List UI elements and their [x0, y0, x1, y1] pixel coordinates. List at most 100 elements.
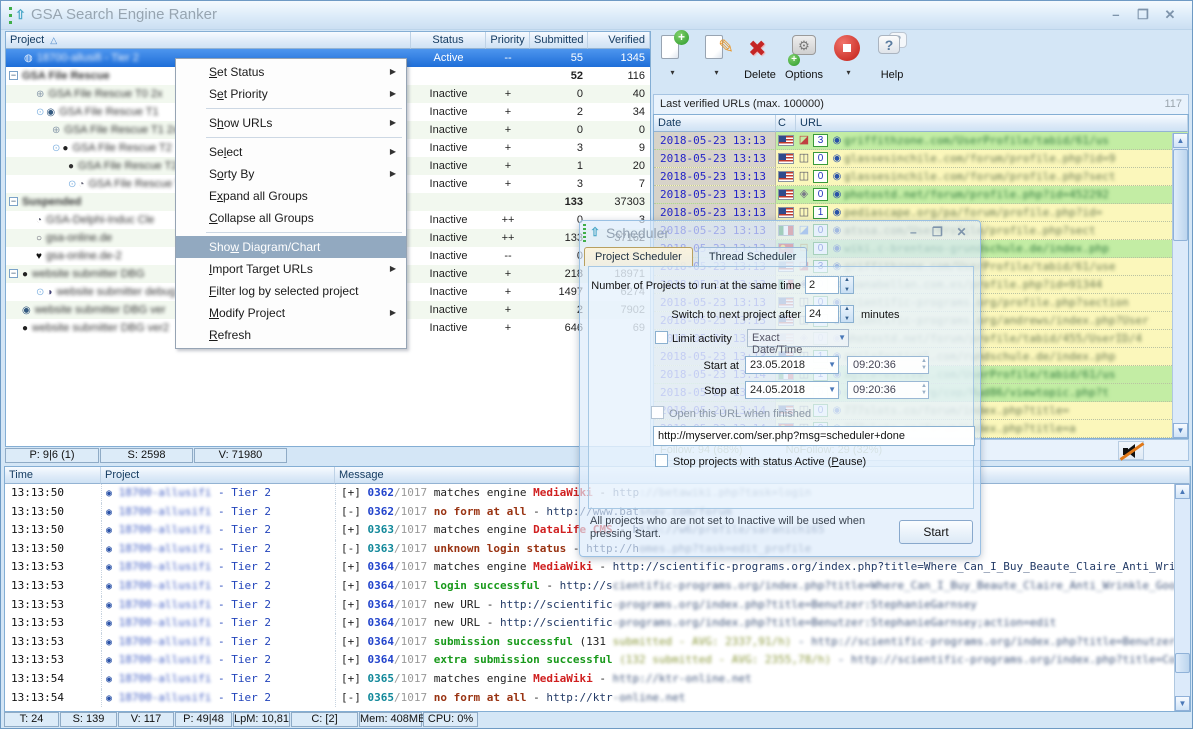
menu-item[interactable]: Filter log by selected project	[176, 280, 406, 302]
dropdown-caret-icon[interactable]: ▾	[670, 68, 674, 77]
toolbar-button-delete[interactable]: Delete	[741, 32, 779, 81]
column-header-date[interactable]: Date	[654, 115, 776, 132]
tree-twist-icon[interactable]: ⊙	[52, 143, 60, 154]
url-row[interactable]: 2018-05-23 13:13 ◪3 ◉griffithzone.com/User…	[654, 132, 1188, 150]
log-project: ◉ 18700-allusifi - Tier 2	[101, 521, 335, 540]
menu-separator	[206, 232, 402, 233]
limit-activity-label[interactable]: Limit activity	[672, 333, 732, 345]
project-name: website submitter DBG	[32, 268, 145, 280]
dropdown-caret-icon[interactable]: ▾	[846, 68, 850, 77]
dropdown-caret-icon[interactable]: ▾	[714, 68, 718, 77]
stop-active-checkbox[interactable]	[655, 454, 668, 467]
toolbar-button-help[interactable]: ??Help	[873, 32, 911, 81]
switch-after-input[interactable]: 24	[805, 305, 839, 323]
dialog-close-button[interactable]: ✕	[951, 225, 972, 239]
dialog-minimize-button[interactable]: –	[903, 225, 924, 239]
menu-item[interactable]: Select ▶	[176, 141, 406, 163]
mute-icon[interactable]	[1118, 441, 1145, 461]
log-time: 13:13:53	[11, 597, 64, 611]
log-message: [+] 0364/1017 submission successful (131…	[335, 632, 1190, 652]
log-row[interactable]: 13:13:53 ◉ 18700-allusifi - Tier 2 [+] 036…	[5, 614, 1190, 633]
url-date: 2018-05-23 13:13	[654, 168, 776, 185]
switch-after-stepper[interactable]: ▲ ▼	[840, 305, 854, 323]
tree-expander-icon[interactable]: −	[9, 197, 18, 206]
menu-item[interactable]: Collapse all Groups	[176, 207, 406, 229]
log-scrollbar[interactable]: ▲ ▼	[1174, 484, 1190, 711]
toolbar-button-label: Options	[785, 69, 823, 81]
tree-twist-icon[interactable]: ⊙	[36, 287, 44, 298]
tree-expander-icon[interactable]: −	[9, 269, 18, 278]
limit-mode-select[interactable]: Exact Date/Time ▼	[747, 329, 849, 356]
country-flag-icon	[778, 207, 794, 218]
scroll-up-icon[interactable]: ▲	[1173, 133, 1188, 148]
projects-count-input[interactable]: 2	[805, 276, 839, 294]
url-row[interactable]: 2018-05-23 13:13 ◫ 0 ◉ glassesinchile.com/fo…	[654, 168, 1188, 186]
column-header-time[interactable]: Time	[5, 467, 101, 484]
project-priority: +	[504, 124, 512, 136]
minimize-button[interactable]: –	[1104, 7, 1128, 22]
stop-active-label[interactable]: Stop projects with status Active (Pause)	[673, 456, 866, 468]
menu-item[interactable]: Show Diagram/Chart	[176, 236, 406, 258]
scroll-up-icon[interactable]: ▲	[1175, 484, 1190, 499]
scroll-down-icon[interactable]: ▼	[1173, 423, 1188, 438]
menu-item[interactable]: Refresh	[176, 324, 406, 346]
log-row[interactable]: 13:13:53 ◉ 18700-allusifi - Tier 2 [+] 036…	[5, 632, 1190, 652]
column-header-submitted[interactable]: Submitted	[530, 32, 588, 49]
menu-item[interactable]: Sorty By ▶	[176, 163, 406, 185]
finished-url-input[interactable]: http://myserver.com/ser.php?msg=schedule…	[653, 426, 975, 446]
column-header-priority[interactable]: Priority	[486, 32, 530, 49]
close-button[interactable]: ✕	[1158, 7, 1182, 23]
tab-thread-scheduler[interactable]: Thread Scheduler	[697, 247, 808, 266]
column-header-verified[interactable]: Verified	[588, 32, 650, 49]
scrollbar-thumb[interactable]	[1173, 149, 1188, 241]
project-verified: 20	[632, 160, 645, 172]
project-priority: +	[504, 142, 512, 154]
tree-expander-icon[interactable]: −	[9, 71, 18, 80]
start-time-input[interactable]: 09:20:36 ▲ ▼	[847, 356, 929, 374]
url-row[interactable]: 2018-05-23 13:13 ◈ 0 ◉photostd.net/forum/pr…	[654, 186, 1188, 204]
menu-item[interactable]: Set Status ▶	[176, 61, 406, 83]
open-url-checkbox[interactable]	[651, 406, 664, 419]
project-verified: 40	[632, 88, 645, 100]
url-scrollbar[interactable]: ▲ ▼	[1172, 133, 1188, 438]
menu-item[interactable]: Set Priority ▶	[176, 83, 406, 105]
column-header-url[interactable]: URL	[796, 115, 1188, 132]
log-row[interactable]: 13:13:54 ◉ 18700-allusifi - Tier 2 [-] 036…	[5, 688, 1190, 708]
start-button[interactable]: Start	[899, 520, 973, 544]
menu-item[interactable]: Show URLs ▶	[176, 112, 406, 134]
project-context-menu: Set Status ▶ Set Priority ▶ Show URLs ▶ Select…	[175, 58, 407, 349]
log-row[interactable]: 13:13:53 ◉ 18700-allusifi - Tier 2 [+] 036…	[5, 595, 1190, 615]
scrollbar-thumb[interactable]	[1175, 653, 1190, 673]
limit-activity-checkbox[interactable]	[655, 331, 668, 344]
start-date-select[interactable]: 23.05.2018 ▼	[745, 356, 839, 374]
stop-date-select[interactable]: 24.05.2018 ▼	[745, 381, 839, 399]
dialog-maximize-button[interactable]: ❐	[927, 225, 948, 239]
column-header-project[interactable]: Project △	[6, 32, 411, 49]
url-row[interactable]: 2018-05-23 13:13 ◫ 0 ◉ glassesinchile.com/fo…	[654, 150, 1188, 168]
stop-time-input[interactable]: 09:20:36 ▲ ▼	[847, 381, 929, 399]
projects-count-stepper[interactable]: ▲ ▼	[840, 276, 854, 294]
tree-twist-icon[interactable]: ⊙	[68, 179, 76, 190]
menu-item[interactable]: Import Target URLs ▶	[176, 258, 406, 280]
menu-item[interactable]: Modify Project ▶	[176, 302, 406, 324]
log-time: 13:13:53	[11, 616, 64, 630]
scroll-down-icon[interactable]: ▼	[1175, 696, 1190, 711]
log-row[interactable]: 13:13:54 ◉ 18700-allusifi - Tier 2 [+] 036…	[5, 669, 1190, 689]
log-row[interactable]: 13:13:53 ◉ 18700-allusifi - Tier 2 [+] 036…	[5, 576, 1190, 596]
column-header-log-project[interactable]: Project	[101, 467, 335, 484]
project-status: Inactive	[429, 124, 468, 136]
title-bar: ⇧ GSA Search Engine Ranker – ❐ ✕	[1, 1, 1192, 30]
log-row[interactable]: 13:13:53 ◉ 18700-allusifi - Tier 2 [+] 036…	[5, 558, 1190, 577]
log-project: ◉ 18700-allusifi - Tier 2	[101, 688, 335, 708]
column-header-status[interactable]: Status	[411, 32, 486, 49]
menu-item[interactable]: Expand all Groups	[176, 185, 406, 207]
status-box: P: 9|6 (1)	[5, 448, 99, 463]
tab-project-scheduler[interactable]: Project Scheduler	[584, 247, 693, 266]
tree-twist-icon[interactable]: ⊙	[36, 107, 44, 118]
country-flag-icon	[778, 189, 794, 200]
log-row[interactable]: 13:13:53 ◉ 18700-allusifi - Tier 2 [+] 036…	[5, 651, 1190, 670]
project-status: Inactive	[429, 286, 468, 298]
toolbar-button-options[interactable]: ⚙ + Options	[785, 32, 823, 81]
maximize-button[interactable]: ❐	[1131, 7, 1155, 23]
column-header-c[interactable]: C	[776, 115, 796, 132]
